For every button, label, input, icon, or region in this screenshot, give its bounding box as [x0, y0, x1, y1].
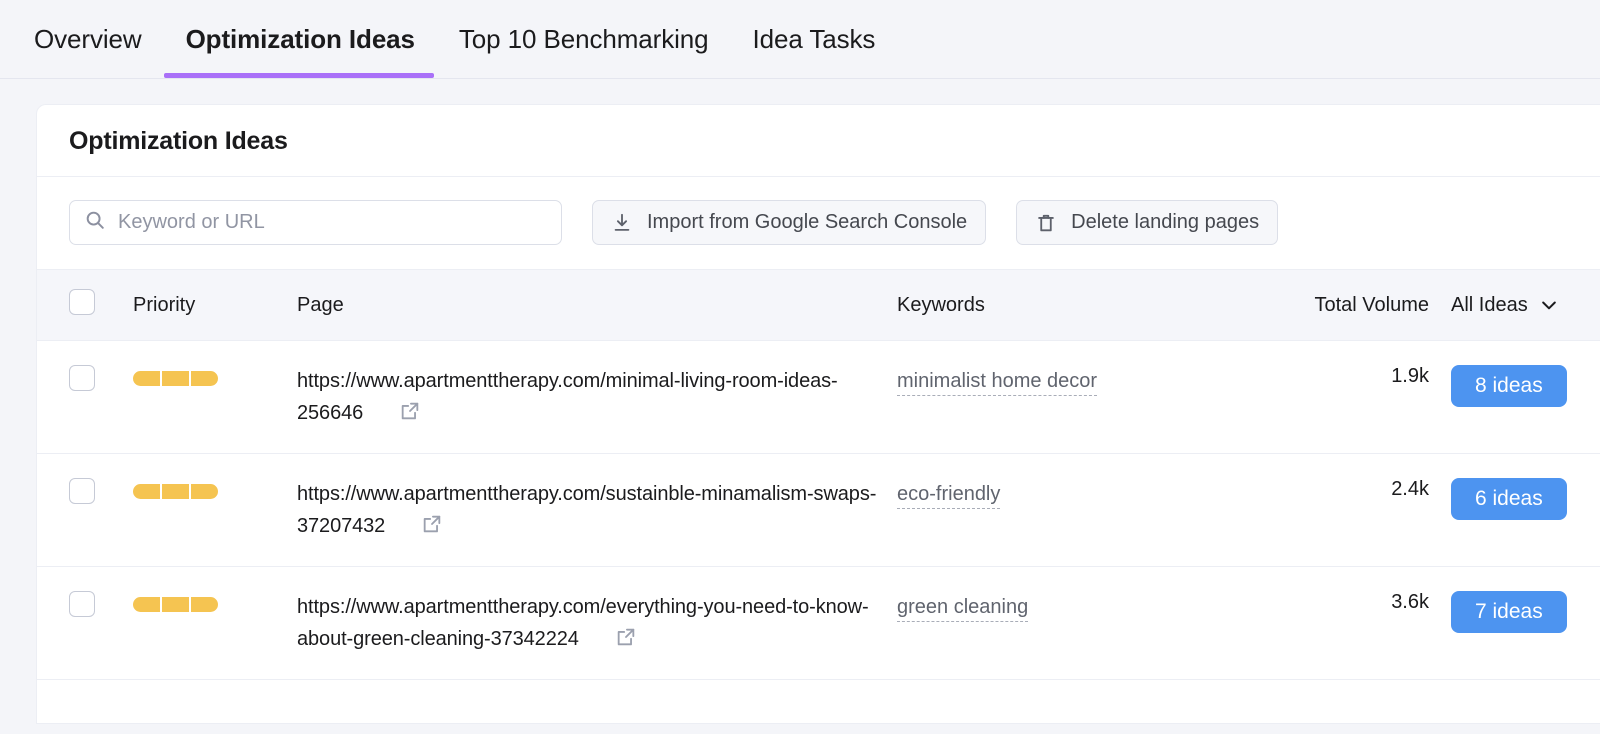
priority-segment [162, 484, 189, 499]
table-head: Priority Page Keywords Total Volume All … [37, 270, 1600, 341]
priority-cell [133, 340, 297, 454]
download-icon [611, 212, 633, 234]
priority-segment [191, 597, 218, 612]
priority-segment [191, 371, 218, 386]
total-volume-cell: 3.6k [1249, 566, 1451, 680]
tab-label: Top 10 Benchmarking [458, 24, 709, 54]
keyword-link[interactable]: eco-friendly [897, 483, 1001, 509]
page-cell: https://www.apartmenttherapy.com/sustain… [297, 453, 897, 567]
column-header-priority[interactable]: Priority [133, 270, 297, 341]
table-row[interactable]: https://www.apartmenttherapy.com/sustain… [37, 453, 1600, 567]
trash-icon [1035, 212, 1057, 234]
page-url-link[interactable]: https://www.apartmenttherapy.com/everyth… [297, 596, 869, 650]
select-all-header [37, 270, 133, 341]
row-checkbox[interactable] [69, 591, 95, 617]
ideas-badge[interactable]: 6 ideas [1451, 478, 1567, 520]
priority-indicator [133, 597, 297, 612]
ideas-cell: 6 ideas [1451, 453, 1600, 567]
priority-segment [162, 371, 189, 386]
priority-segment [133, 371, 160, 386]
priority-segment [133, 597, 160, 612]
button-label: Import from Google Search Console [647, 211, 968, 233]
search-field[interactable] [69, 200, 562, 245]
tab-bar: Overview Optimization Ideas Top 10 Bench… [0, 0, 1600, 79]
external-link-icon[interactable] [615, 626, 637, 654]
optimization-ideas-table: Priority Page Keywords Total Volume All … [37, 270, 1600, 680]
priority-segment [162, 597, 189, 612]
optimization-ideas-card: Optimization Ideas Keyword or URL Import… [36, 104, 1600, 724]
keywords-cell: eco-friendly [897, 453, 1249, 567]
external-link-icon[interactable] [399, 400, 421, 428]
ideas-badge[interactable]: 7 ideas [1451, 591, 1567, 633]
table-body: https://www.apartmenttherapy.com/minimal… [37, 340, 1600, 680]
row-select-cell [37, 453, 133, 567]
chevron-down-icon [1539, 295, 1559, 315]
page-cell: https://www.apartmenttherapy.com/everyth… [297, 566, 897, 680]
search-input[interactable] [118, 211, 547, 234]
tab-optimization-ideas[interactable]: Optimization Ideas [163, 24, 437, 78]
row-checkbox[interactable] [69, 365, 95, 391]
tab-label: Optimization Ideas [185, 24, 415, 54]
tab-label: Idea Tasks [752, 24, 876, 54]
tab-label: Overview [34, 24, 142, 54]
keywords-cell: minimalist home decor [897, 340, 1249, 454]
total-volume-cell: 1.9k [1249, 340, 1451, 454]
row-select-cell [37, 566, 133, 680]
ideas-badge[interactable]: 8 ideas [1451, 365, 1567, 407]
keywords-cell: green cleaning [897, 566, 1249, 680]
import-from-google-search-console-button[interactable]: Import from Google Search Console [592, 200, 987, 245]
priority-cell [133, 566, 297, 680]
priority-segment [191, 484, 218, 499]
page-url-link[interactable]: https://www.apartmenttherapy.com/sustain… [297, 483, 876, 537]
search-icon [84, 209, 106, 236]
external-link-icon[interactable] [421, 513, 443, 541]
page-title: Optimization Ideas [69, 127, 288, 155]
priority-indicator [133, 371, 297, 386]
table-row[interactable]: https://www.apartmenttherapy.com/minimal… [37, 340, 1600, 454]
priority-cell [133, 453, 297, 567]
all-ideas-dropdown[interactable]: All Ideas [1451, 294, 1559, 317]
table-row[interactable]: https://www.apartmenttherapy.com/everyth… [37, 566, 1600, 680]
page-cell: https://www.apartmenttherapy.com/minimal… [297, 340, 897, 454]
ideas-cell: 8 ideas [1451, 340, 1600, 454]
keyword-link[interactable]: minimalist home decor [897, 370, 1098, 396]
button-label: Delete landing pages [1071, 211, 1260, 233]
row-select-cell [37, 340, 133, 454]
column-header-page[interactable]: Page [297, 270, 897, 341]
delete-landing-pages-button[interactable]: Delete landing pages [1016, 200, 1279, 245]
table-header-row: Priority Page Keywords Total Volume All … [37, 270, 1600, 341]
priority-indicator [133, 484, 297, 499]
tab-idea-tasks[interactable]: Idea Tasks [731, 26, 898, 78]
column-header-ideas-filter: All Ideas [1451, 270, 1600, 341]
priority-segment [133, 484, 160, 499]
tab-top-10-benchmarking[interactable]: Top 10 Benchmarking [437, 26, 731, 78]
keyword-link[interactable]: green cleaning [897, 596, 1029, 622]
tab-overview[interactable]: Overview [34, 26, 164, 78]
page-url-link[interactable]: https://www.apartmenttherapy.com/minimal… [297, 370, 838, 424]
card-header: Optimization Ideas [37, 105, 1600, 177]
content-area: Optimization Ideas Keyword or URL Import… [0, 79, 1600, 724]
select-all-checkbox[interactable] [69, 289, 95, 315]
ideas-cell: 7 ideas [1451, 566, 1600, 680]
table-toolbar: Import from Google Search Console Delete… [37, 177, 1600, 270]
column-header-keywords[interactable]: Keywords [897, 270, 1249, 341]
row-checkbox[interactable] [69, 478, 95, 504]
column-header-total-volume[interactable]: Total Volume [1249, 270, 1451, 341]
all-ideas-label: All Ideas [1451, 293, 1528, 316]
total-volume-cell: 2.4k [1249, 453, 1451, 567]
